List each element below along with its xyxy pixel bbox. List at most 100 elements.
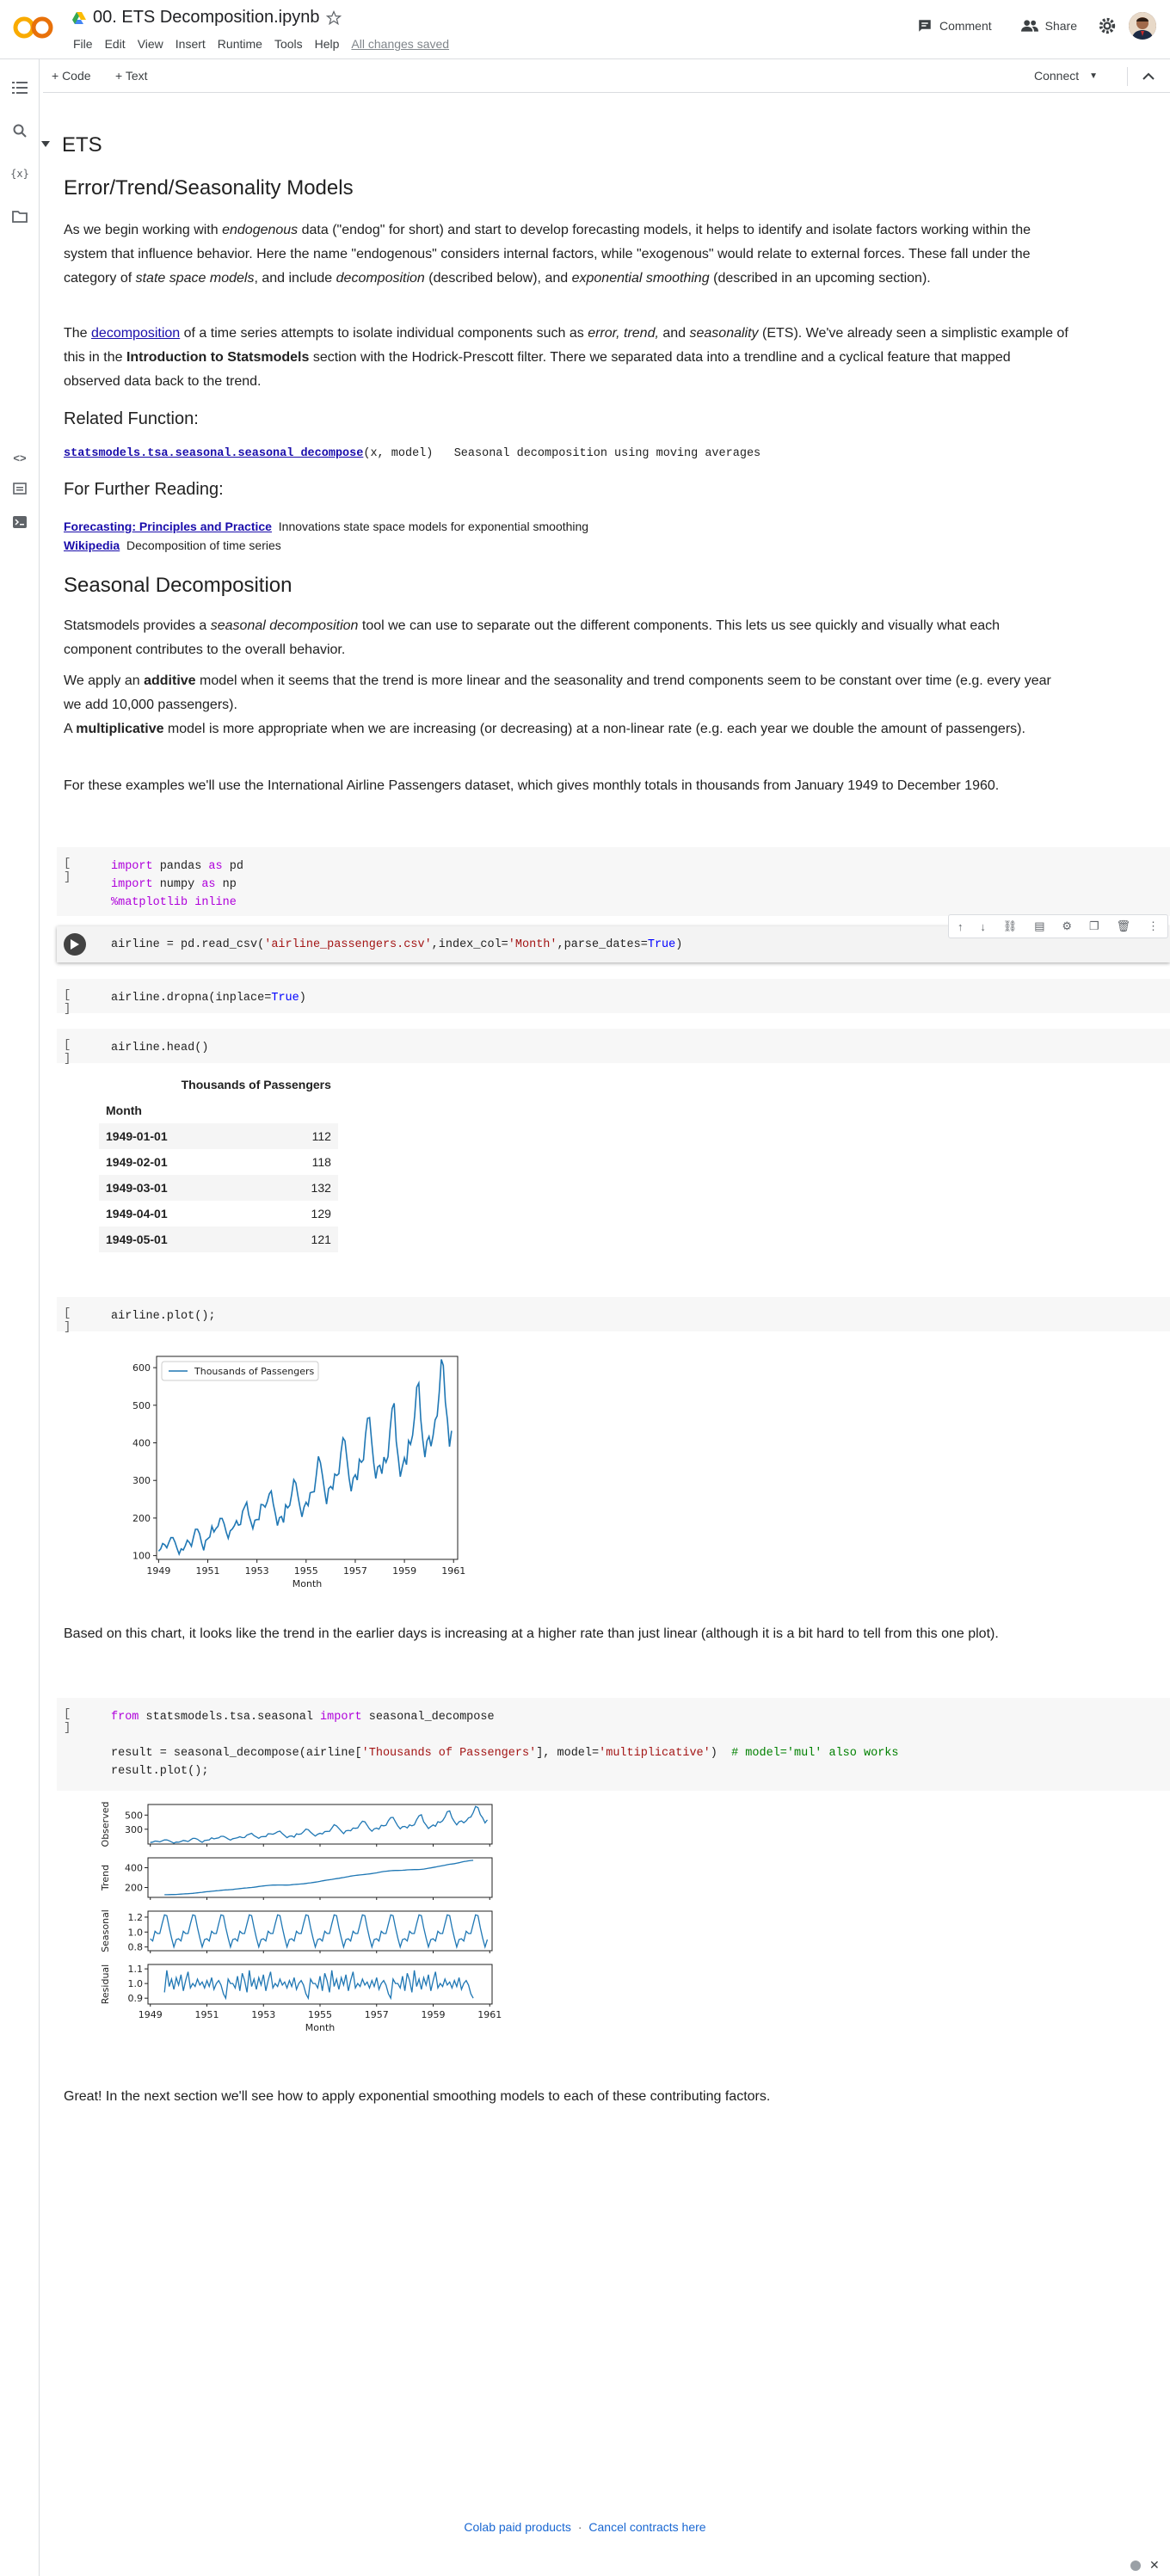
further-reading-heading: For Further Reading:: [64, 480, 224, 499]
related-function-row: statsmodels.tsa.seasonal.seasonal_decomp…: [64, 447, 761, 460]
x-tick-label: 1959: [392, 1565, 416, 1577]
plot-area: [156, 1356, 459, 1560]
save-status[interactable]: All changes saved: [345, 37, 455, 51]
star-icon[interactable]: [326, 9, 342, 26]
comment-icon: [919, 20, 931, 32]
colab-logo[interactable]: [12, 15, 55, 40]
connect-label: Connect: [1034, 69, 1080, 83]
wikipedia-link[interactable]: Wikipedia: [64, 538, 120, 552]
x-tick-label: 1951: [194, 2009, 219, 2020]
closing-paragraph: Great! In the next section we'll see how…: [64, 2089, 771, 2104]
run-indicator[interactable]: [ ]: [64, 1707, 84, 1735]
search-icon[interactable]: [10, 121, 29, 140]
further-reading-item-2: Wikipedia Decomposition of time series: [64, 538, 281, 552]
code-cell-imports[interactable]: [ ] import pandas as pd import numpy as …: [57, 847, 1170, 916]
variables-icon[interactable]: {x}: [10, 164, 29, 183]
dataframe-output: Thousands of Passengers Month 1949-01-01…: [99, 1072, 338, 1252]
df-column-header: Thousands of Passengers: [181, 1078, 331, 1091]
folder-icon[interactable]: [10, 207, 29, 226]
menu-file[interactable]: File: [67, 37, 99, 51]
y-axis-label: Trend: [100, 1865, 111, 1891]
decomposition-link[interactable]: decomposition: [91, 326, 180, 341]
comment-cell-icon[interactable]: ▤: [1034, 919, 1044, 933]
run-indicator[interactable]: [ ]: [64, 1038, 84, 1066]
code-cell-read-csv[interactable]: airline = pd.read_csv('airline_passenger…: [57, 914, 1170, 962]
x-tick-label: 1955: [294, 1565, 318, 1577]
menu-runtime[interactable]: Runtime: [212, 37, 268, 51]
x-axis-label: Month: [305, 2022, 336, 2033]
df-cell: 121: [311, 1233, 331, 1246]
y-tick-label: 1.0: [128, 1978, 144, 1989]
df-index: 1949-02-01: [106, 1155, 168, 1169]
move-down-icon[interactable]: ↓: [980, 920, 986, 933]
toc-icon[interactable]: [10, 78, 29, 97]
terminal-icon[interactable]: [10, 513, 29, 532]
collapse-header-button[interactable]: [1137, 65, 1160, 88]
mirror-cell-icon[interactable]: ❐: [1089, 919, 1099, 933]
link-icon[interactable]: ⛓: [1003, 919, 1018, 933]
y-axis-label: Seasonal: [100, 1909, 111, 1952]
x-tick-label: 1949: [139, 2009, 163, 2020]
run-indicator[interactable]: [ ]: [64, 1306, 84, 1334]
seasonal-paragraph-3: For these examples we'll use the Interna…: [64, 778, 1000, 793]
run-cell-button[interactable]: [64, 933, 86, 956]
cancel-contracts-link[interactable]: Cancel contracts here: [588, 2520, 705, 2534]
add-text-button[interactable]: + Text: [115, 69, 148, 83]
comment-button[interactable]: Comment: [908, 13, 1001, 39]
x-axis-label: Month: [292, 1578, 323, 1589]
menu-tools[interactable]: Tools: [268, 37, 309, 51]
delete-icon[interactable]: 🗑: [1117, 919, 1131, 933]
paid-products-link[interactable]: Colab paid products: [464, 2520, 571, 2534]
code-cell-plot[interactable]: [ ] airline.plot();: [57, 1297, 1170, 1334]
command-palette-icon[interactable]: [10, 479, 29, 498]
code-cell-dropna[interactable]: [ ] airline.dropna(inplace=True): [57, 979, 1170, 1016]
df-index: 1949-04-01: [106, 1207, 168, 1220]
settings-icon[interactable]: [1098, 16, 1117, 35]
left-sidebar: {x} <>: [0, 59, 40, 2576]
notebook-title[interactable]: 00. ETS Decomposition.ipynb: [93, 8, 319, 28]
share-button[interactable]: Share: [1013, 14, 1086, 38]
play-icon: [71, 939, 79, 950]
menu-insert[interactable]: Insert: [169, 37, 212, 51]
x-tick-label: 1949: [146, 1565, 170, 1577]
panel-observed: [147, 1804, 493, 1845]
y-tick-label: 400: [132, 1438, 151, 1449]
move-up-icon[interactable]: ↑: [958, 920, 964, 933]
add-code-button[interactable]: + Code: [52, 69, 91, 83]
x-tick-label: 1953: [245, 1565, 269, 1577]
y-tick-label: 0.8: [128, 1942, 144, 1953]
code-cell-decompose[interactable]: [ ] from statsmodels.tsa.seasonal import…: [57, 1698, 1170, 1791]
y-tick-label: 500: [132, 1400, 151, 1411]
x-tick-label: 1951: [196, 1565, 220, 1577]
menu-view[interactable]: View: [132, 37, 169, 51]
avatar[interactable]: [1129, 12, 1156, 40]
app-header: 00. ETS Decomposition.ipynb File Edit Vi…: [0, 0, 1170, 58]
code-snippets-icon[interactable]: <>: [10, 448, 29, 467]
related-function-desc: Seasonal decomposition using moving aver…: [453, 447, 761, 460]
fpp-link[interactable]: Forecasting: Principles and Practice: [64, 520, 272, 533]
y-axis-label: Residual: [100, 1964, 111, 2004]
menu-edit[interactable]: Edit: [99, 37, 132, 51]
run-indicator[interactable]: [ ]: [64, 988, 84, 1016]
code-cell-head[interactable]: [ ] airline.head(): [57, 1029, 1170, 1066]
seasonal-decomposition-heading: Seasonal Decomposition: [64, 574, 292, 597]
close-icon[interactable]: ✕: [1149, 2558, 1160, 2573]
x-tick-label: 1961: [477, 2009, 502, 2020]
seasonal-decompose-link[interactable]: statsmodels.tsa.seasonal.seasonal_decomp…: [64, 447, 363, 460]
intro-paragraph-1: As we begin working with endogenous data…: [64, 223, 1031, 286]
more-options-icon[interactable]: ⋮: [1148, 919, 1159, 933]
connect-button[interactable]: Connect ▼: [1034, 69, 1098, 83]
x-tick-label: 1953: [251, 2009, 275, 2020]
collapse-section-icon[interactable]: [41, 141, 50, 148]
y-tick-label: 600: [132, 1362, 151, 1374]
status-dot-icon: [1130, 2561, 1141, 2571]
panel-trend: [147, 1857, 493, 1898]
related-function-heading: Related Function:: [64, 409, 199, 428]
panel-seasonal: [147, 1910, 493, 1952]
people-icon: [1020, 20, 1038, 32]
run-indicator[interactable]: [ ]: [64, 857, 84, 884]
menu-help[interactable]: Help: [309, 37, 346, 51]
y-tick-label: 400: [125, 1863, 143, 1874]
seasonal-paragraph-2: We apply an additive model when it seems…: [64, 673, 1051, 736]
cell-settings-icon[interactable]: ⚙: [1062, 919, 1072, 933]
